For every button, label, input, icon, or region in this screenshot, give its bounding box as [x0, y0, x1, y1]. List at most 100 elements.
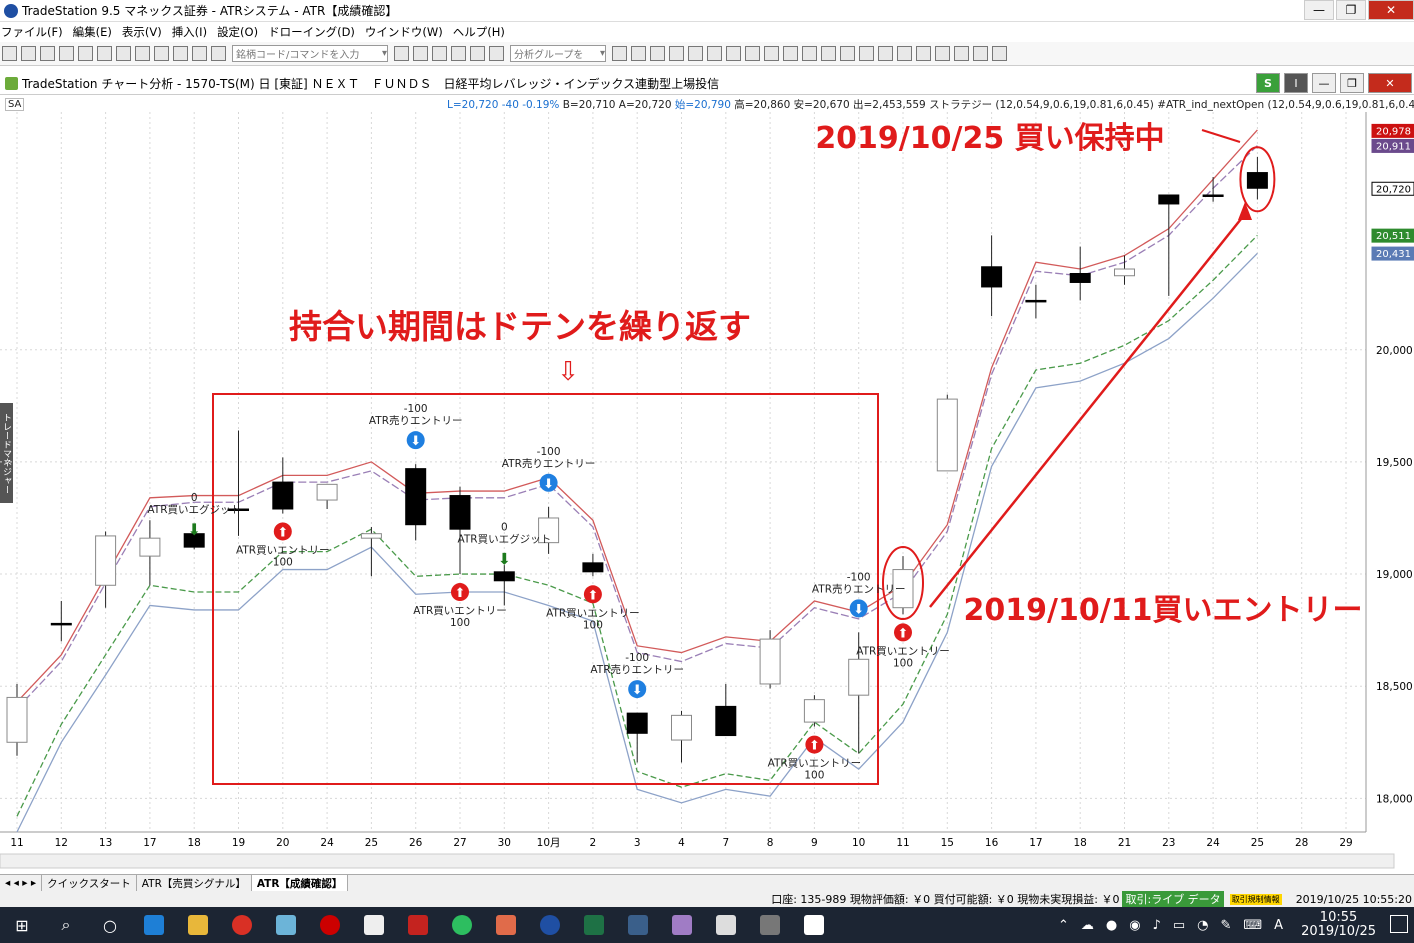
candle-chart-icon[interactable]: [783, 46, 798, 61]
chevron-up-icon[interactable]: ⌃: [1058, 918, 1069, 933]
onedrive-icon[interactable]: ☁: [1081, 918, 1094, 933]
color-icon[interactable]: [840, 46, 855, 61]
pen-icon[interactable]: ✎: [1220, 918, 1231, 933]
menu-window[interactable]: ウインドウ(W): [365, 24, 443, 40]
line-chart-icon[interactable]: [745, 46, 760, 61]
excel-icon[interactable]: [572, 907, 616, 943]
bar-chart-icon[interactable]: [726, 46, 741, 61]
symbol-input[interactable]: 銘柄コード/コマンドを入力 ▾: [232, 45, 388, 62]
window-grid-icon[interactable]: [413, 46, 428, 61]
paint-icon[interactable]: [660, 907, 704, 943]
bar-spacing-icon[interactable]: [821, 46, 836, 61]
matrix-icon[interactable]: [707, 46, 722, 61]
zoom-out-icon[interactable]: [897, 46, 912, 61]
chrome-icon[interactable]: [220, 907, 264, 943]
menu-help[interactable]: ヘルプ(H): [453, 24, 505, 40]
volume-icon[interactable]: ♪: [1153, 918, 1161, 933]
x-tick-label: 25: [365, 837, 378, 849]
acrobat-icon[interactable]: [396, 907, 440, 943]
scanner-icon[interactable]: [669, 46, 684, 61]
chart-maximize-button[interactable]: ❐: [1340, 73, 1364, 93]
task-view-icon[interactable]: ○: [88, 907, 132, 943]
point-figure-icon[interactable]: [764, 46, 779, 61]
folder-icon[interactable]: [78, 46, 93, 61]
color-bar-icon[interactable]: [859, 46, 874, 61]
zoom-in-icon[interactable]: [878, 46, 893, 61]
onigiri-icon[interactable]: [352, 907, 396, 943]
tab-signal[interactable]: ATR【売買シグナル】: [137, 875, 252, 891]
box-icon[interactable]: [484, 907, 528, 943]
chevron-down-icon[interactable]: ▾: [382, 48, 387, 59]
q-app-icon[interactable]: [792, 907, 836, 943]
table-icon[interactable]: [451, 46, 466, 61]
strategy-toggle-button[interactable]: S: [1256, 73, 1280, 93]
chart-close-button[interactable]: ✕: [1368, 73, 1412, 93]
menu-drawing[interactable]: ドローイング(D): [268, 24, 355, 40]
link-icon[interactable]: [394, 46, 409, 61]
chart-type-icon[interactable]: [211, 46, 226, 61]
tab-nav-icons[interactable]: ◂ ◂ ▸ ▸: [0, 875, 43, 891]
maximize-button[interactable]: ❐: [1336, 0, 1366, 20]
minimize-button[interactable]: —: [1304, 0, 1334, 20]
indicator-toggle-button[interactable]: I: [1284, 73, 1308, 93]
keyboard-icon[interactable]: ⌨: [1243, 918, 1262, 933]
lock-icon[interactable]: [173, 46, 188, 61]
new-file-icon[interactable]: [2, 46, 17, 61]
menu-insert[interactable]: 挿入(I): [172, 24, 207, 40]
search-icon[interactable]: ⌕: [44, 907, 88, 943]
tab-quick-start[interactable]: クイックスタート: [42, 875, 137, 891]
indicator-icon[interactable]: [154, 46, 169, 61]
x-tick-label: 17: [143, 837, 156, 849]
app-tray-icon[interactable]: ●: [1106, 918, 1117, 933]
mail-icon[interactable]: [704, 907, 748, 943]
video-icon[interactable]: [748, 907, 792, 943]
notification-icon[interactable]: [1390, 915, 1408, 933]
window-cascade-icon[interactable]: [631, 46, 646, 61]
price-chart[interactable]: 18,000 18,500 19,000 19,500 20,000 20,978 20,9…: [0, 112, 1414, 874]
battery-icon[interactable]: ▭: [1173, 918, 1185, 933]
edge-icon[interactable]: [132, 907, 176, 943]
explorer-icon[interactable]: [176, 907, 220, 943]
notes-icon[interactable]: [992, 46, 1007, 61]
format-icon[interactable]: [135, 46, 150, 61]
menu-file[interactable]: ファイル(F): [1, 24, 63, 40]
refresh-tray-icon[interactable]: ◉: [1129, 918, 1140, 933]
tools-icon[interactable]: [954, 46, 969, 61]
app-icon[interactable]: [264, 907, 308, 943]
strategy-icon[interactable]: [489, 46, 504, 61]
save-icon[interactable]: [97, 46, 112, 61]
crosshair-icon[interactable]: [935, 46, 950, 61]
chart-app-icon[interactable]: [616, 907, 660, 943]
close-button[interactable]: ✕: [1368, 0, 1414, 20]
menu-view[interactable]: 表示(V): [122, 24, 162, 40]
scan-icon[interactable]: [470, 46, 485, 61]
windows-start-icon[interactable]: ⊞: [0, 907, 44, 943]
menu-settings[interactable]: 設定(O): [217, 24, 258, 40]
horizontal-scrollbar[interactable]: [0, 853, 1395, 869]
record-icon[interactable]: [308, 907, 352, 943]
copy-icon[interactable]: [40, 46, 55, 61]
radar-icon[interactable]: [688, 46, 703, 61]
chevron-down-icon[interactable]: ▾: [600, 48, 605, 59]
print-icon[interactable]: [116, 46, 131, 61]
bar-type-icon[interactable]: [802, 46, 817, 61]
network-icon[interactable]: ◔: [1197, 918, 1208, 933]
menu-edit[interactable]: 編集(E): [73, 24, 112, 40]
tradestation-icon[interactable]: [528, 907, 572, 943]
paste-icon[interactable]: [59, 46, 74, 61]
news-icon[interactable]: [650, 46, 665, 61]
trade-restriction-badge[interactable]: 取引規制情報: [1229, 893, 1282, 905]
ime-indicator[interactable]: A: [1274, 918, 1283, 933]
chart-window-icon[interactable]: [432, 46, 447, 61]
tab-performance[interactable]: ATR【成績確認】: [251, 875, 349, 891]
chart-minimize-button[interactable]: —: [1312, 73, 1336, 93]
taskbar-clock[interactable]: 10:55 2019/10/25: [1295, 911, 1382, 939]
cursor-icon[interactable]: [916, 46, 931, 61]
drawing-icon[interactable]: [192, 46, 207, 61]
window-tile-icon[interactable]: [612, 46, 627, 61]
analysis-group-select[interactable]: 分析グループを ▾: [510, 45, 606, 62]
open-folder-icon[interactable]: [21, 46, 36, 61]
evernote-icon[interactable]: [440, 907, 484, 943]
download-icon[interactable]: [973, 46, 988, 61]
x-tick-label: 7: [722, 837, 729, 849]
